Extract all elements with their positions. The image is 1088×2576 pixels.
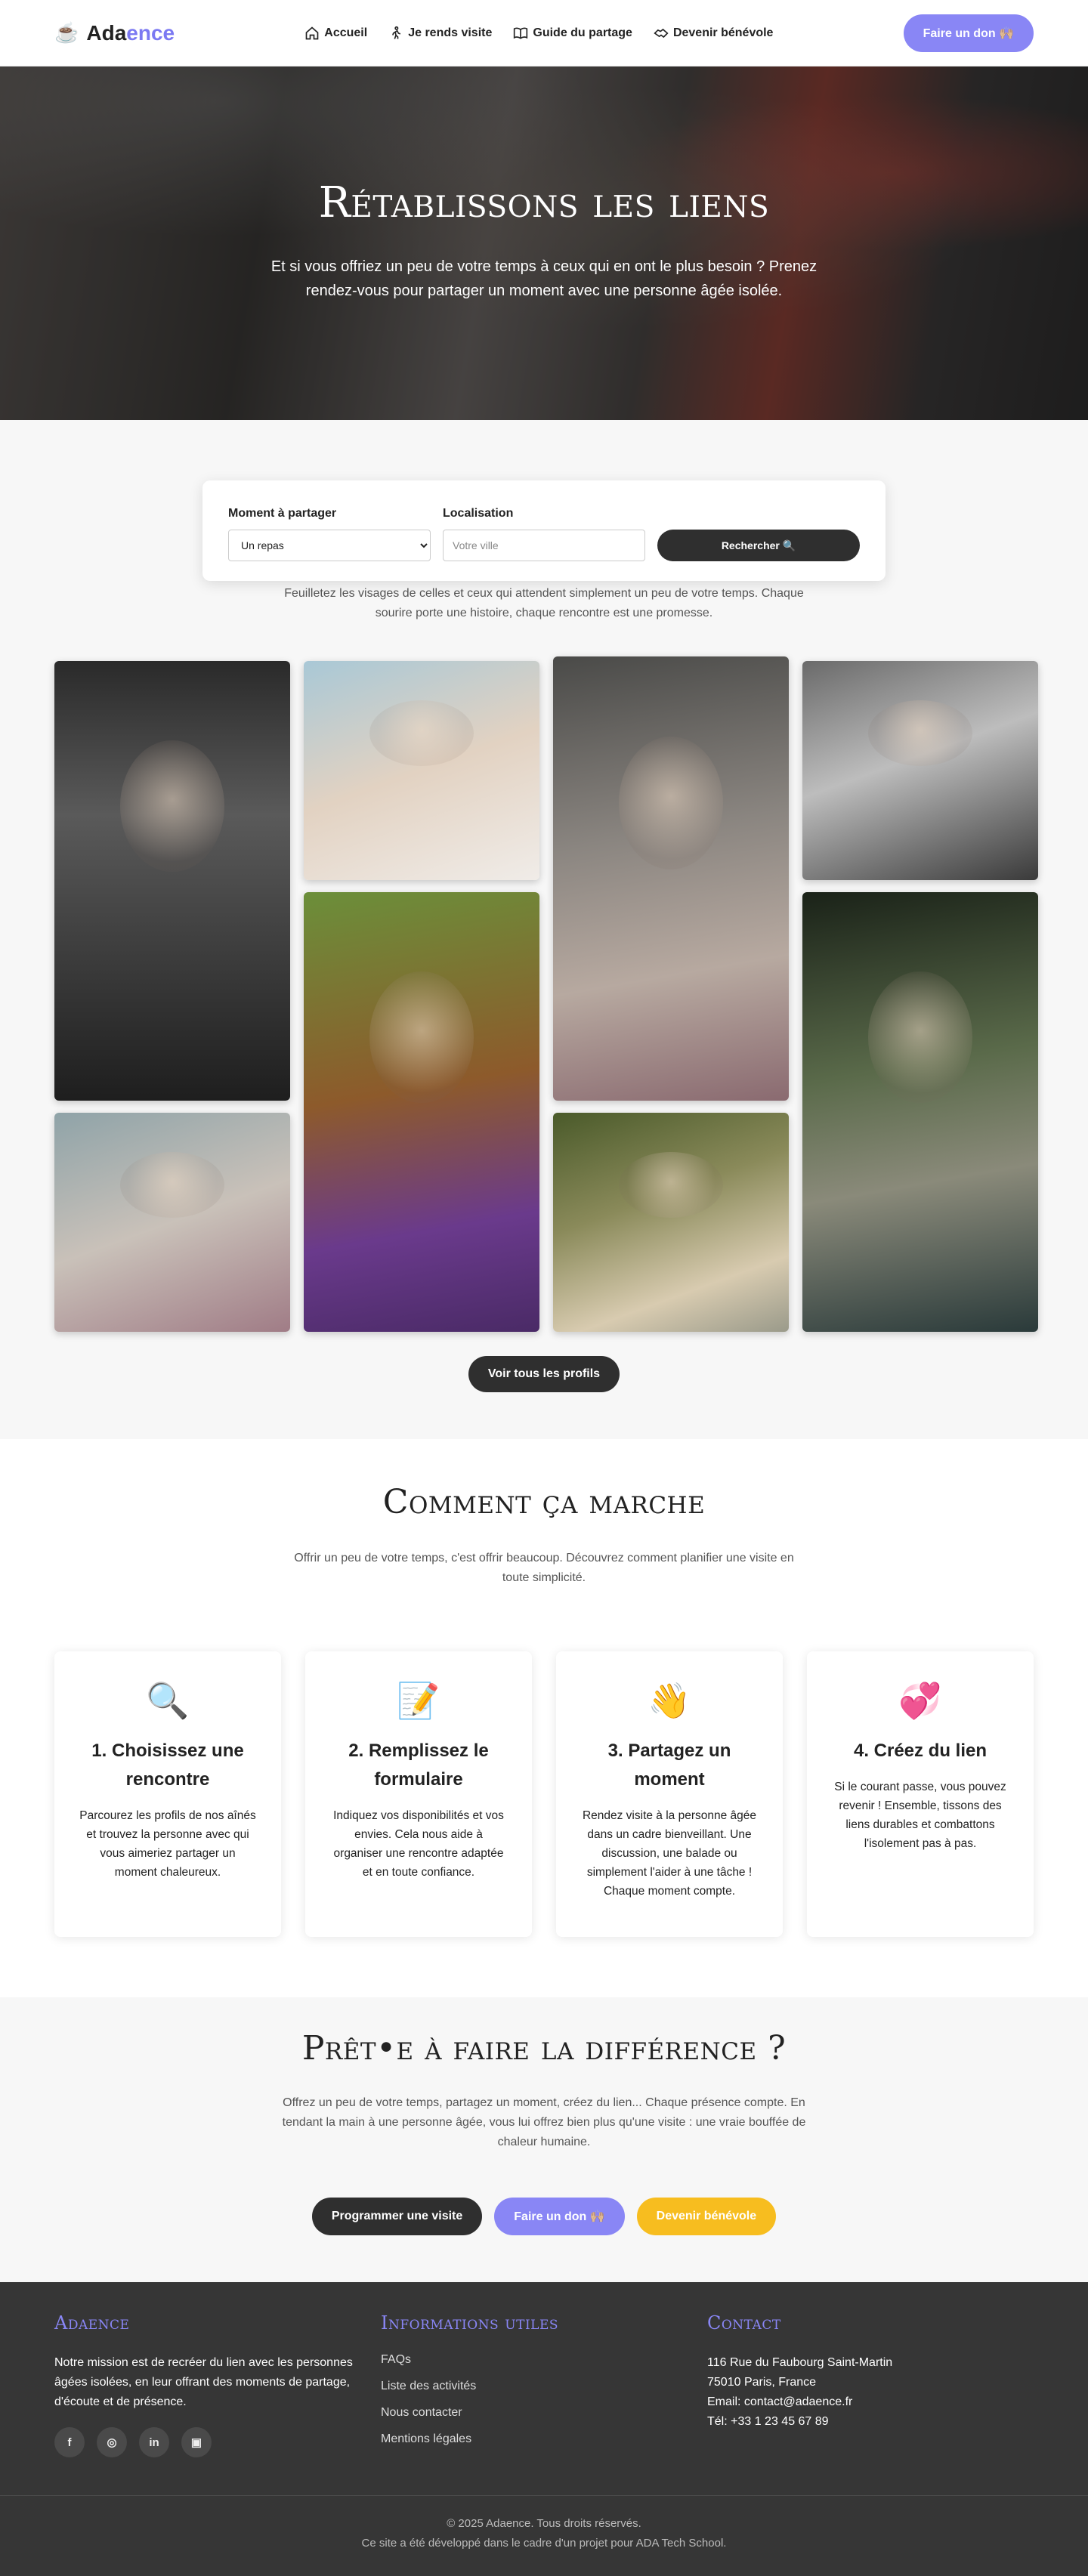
hero-subtitle: Et si vous offriez un peu de votre temps… xyxy=(270,258,818,299)
linkedin-icon[interactable]: in xyxy=(139,2427,169,2457)
profile-photo[interactable] xyxy=(553,656,789,1101)
profile-photo[interactable] xyxy=(54,1113,290,1332)
cta-subtitle: Offrez un peu de votre temps, partagez u… xyxy=(282,2096,806,2148)
main-nav: Accueil Je rends visite Guide du partage… xyxy=(304,26,773,41)
profile-photo[interactable] xyxy=(54,661,290,1101)
logo[interactable]: ☕ Adaence xyxy=(54,21,175,45)
location-input[interactable] xyxy=(443,530,645,561)
nav-visit[interactable]: Je rends visite xyxy=(388,26,492,41)
profile-photo[interactable] xyxy=(304,892,539,1332)
cta-title: Prêt•e à faire la différence ? xyxy=(301,2029,787,2068)
footer-contact: Contact 116 Rue du Faubourg Saint-Martin… xyxy=(707,2312,1034,2459)
step-card: 💞 4. Créez du lien Si le courant passe, … xyxy=(807,1651,1034,1937)
step-text: Rendez visite à la personne âgée dans un… xyxy=(582,1809,757,1898)
donate-button[interactable]: Faire un don 🙌🏼 xyxy=(494,2198,625,2235)
hero-banner: Rétablissons les liens Et si vous offrie… xyxy=(0,66,1088,420)
facebook-icon[interactable]: f xyxy=(54,2427,85,2457)
profile-photo[interactable] xyxy=(802,661,1038,880)
cta-section: Prêt•e à faire la différence ? Offrez un… xyxy=(0,1997,1088,2282)
footer-link-activities[interactable]: Liste des activités xyxy=(381,2380,707,2393)
nav-home[interactable]: Accueil xyxy=(304,26,367,41)
search-panel: Moment à partager Un repas Localisation … xyxy=(202,480,886,581)
footer-email[interactable]: Email: contact@adaence.fr xyxy=(707,2392,1034,2412)
instagram-icon[interactable]: ◎ xyxy=(97,2427,127,2457)
donate-button[interactable]: Faire un don 🙌🏼 xyxy=(903,14,1034,52)
moment-select[interactable]: Un repas xyxy=(228,530,431,561)
footer-address1: 116 Rue du Faubourg Saint-Martin xyxy=(707,2356,893,2369)
profile-photo[interactable] xyxy=(553,1113,789,1332)
nav-guide[interactable]: Guide du partage xyxy=(513,26,632,41)
schedule-visit-button[interactable]: Programmer une visite xyxy=(311,2198,483,2235)
volunteer-button[interactable]: Devenir bénévole xyxy=(636,2198,777,2235)
step-card: 👋 3. Partagez un moment Rendez visite à … xyxy=(556,1651,783,1937)
profile-gallery xyxy=(54,656,1038,1332)
hero-title: Rétablissons les liens xyxy=(318,178,770,227)
step-text: Indiquez vos disponibilités et vos envie… xyxy=(333,1809,504,1879)
footer-links: Informations utiles FAQs Liste des activ… xyxy=(381,2312,707,2459)
book-icon xyxy=(514,26,528,39)
view-all-profiles-button[interactable]: Voir tous les profils xyxy=(468,1356,620,1392)
step-title: 4. Créez du lien xyxy=(853,1740,988,1761)
memo-icon: 📝 xyxy=(397,1681,440,1720)
profile-photo[interactable] xyxy=(304,661,539,880)
coffee-cup-icon: ☕ xyxy=(54,21,79,44)
handshake-icon xyxy=(654,28,669,38)
footer-link-legal[interactable]: Mentions légales xyxy=(381,2432,707,2446)
nav-volunteer[interactable]: Devenir bénévole xyxy=(654,26,773,41)
how-title: Comment ça marche xyxy=(382,1483,706,1521)
profiles-section: Moment à partager Un repas Localisation … xyxy=(0,420,1088,1439)
step-title: 1. Choisissez une rencontre xyxy=(91,1740,244,1790)
step-text: Parcourez les profils de nos aînés et tr… xyxy=(79,1809,256,1879)
step-card: 📝 2. Remplissez le formulaire Indiquez v… xyxy=(305,1651,532,1937)
home-icon xyxy=(305,26,319,39)
copyright: © 2025 Adaence. Tous droits réservés. xyxy=(447,2517,641,2530)
location-label: Localisation xyxy=(443,507,514,520)
footer-about-title: Adaence xyxy=(54,2312,130,2334)
waving-hand-icon: 👋 xyxy=(648,1681,691,1720)
search-button[interactable]: Rechercher 🔍 xyxy=(657,530,860,561)
footer-mission: Notre mission est de recréer du lien ave… xyxy=(54,2356,353,2408)
footer-phone: Tél: +33 1 23 45 67 89 xyxy=(707,2415,829,2428)
hearts-icon: 💞 xyxy=(898,1681,942,1720)
footer-contact-title: Contact xyxy=(707,2312,781,2334)
step-title: 2. Remplissez le formulaire xyxy=(348,1740,489,1790)
magnifier-icon: 🔍 xyxy=(146,1681,190,1720)
site-footer: Adaence Notre mission est de recréer du … xyxy=(0,2282,1088,2576)
how-subtitle: Offrir un peu de votre temps, c'est offr… xyxy=(294,1552,794,1584)
step-text: Si le courant passe, vous pouvez revenir… xyxy=(834,1781,1006,1850)
footer-bottom: © 2025 Adaence. Tous droits réservés. Ce… xyxy=(0,2495,1088,2553)
footer-link-contact[interactable]: Nous contacter xyxy=(381,2406,707,2420)
step-card: 🔍 1. Choisissez une rencontre Parcourez … xyxy=(54,1651,281,1937)
profile-photo[interactable] xyxy=(802,892,1038,1332)
how-it-works-section: Comment ça marche Offrir un peu de votre… xyxy=(0,1439,1088,1997)
walk-icon xyxy=(392,26,401,39)
site-header: ☕ Adaence Accueil Je rends visite Guide … xyxy=(0,0,1088,66)
profiles-subtitle: Feuilletez les visages de celles et ceux… xyxy=(284,587,804,619)
footer-link-faqs[interactable]: FAQs xyxy=(381,2353,707,2367)
footer-about: Adaence Notre mission est de recréer du … xyxy=(54,2312,381,2459)
credit: Ce site a été développé dans le cadre d'… xyxy=(361,2537,727,2550)
step-title: 3. Partagez un moment xyxy=(607,1740,731,1790)
moment-label: Moment à partager xyxy=(228,507,337,520)
footer-links-title: Informations utiles xyxy=(381,2312,559,2334)
footer-address2: 75010 Paris, France xyxy=(707,2376,817,2389)
twitch-icon[interactable]: ▣ xyxy=(181,2427,212,2457)
